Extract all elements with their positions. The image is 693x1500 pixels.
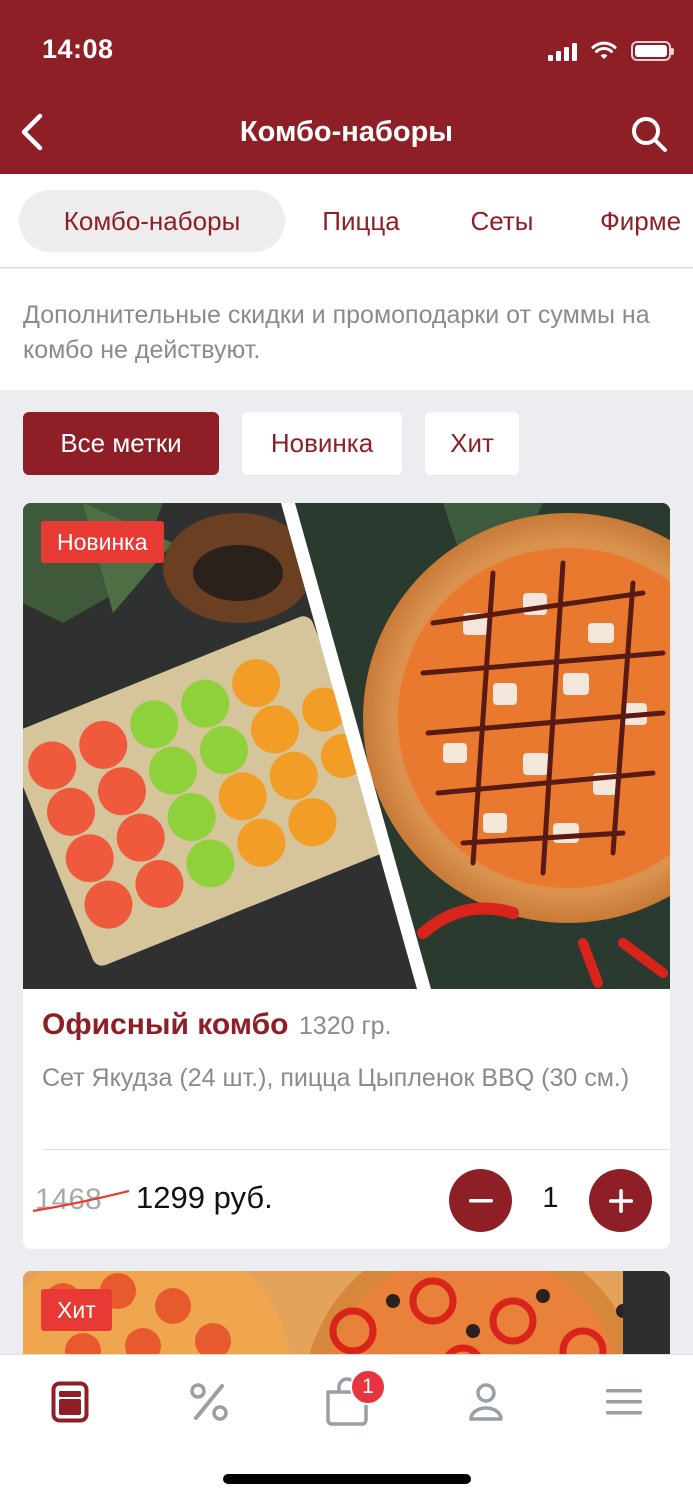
cellular-signal-icon	[548, 41, 577, 61]
tab-combo[interactable]: Комбо-наборы	[19, 190, 285, 252]
category-tabs: Комбо-наборы Пицца Сеты Фирме	[0, 174, 693, 268]
product-badge: Новинка	[41, 521, 164, 563]
tab-more[interactable]	[599, 1377, 649, 1427]
status-bar: 14:08	[0, 0, 693, 100]
combo-notice: Дополнительные скидки и промоподарки от …	[0, 269, 693, 390]
tab-pizza[interactable]: Пицца	[305, 190, 417, 252]
hamburger-icon	[606, 1389, 642, 1415]
minus-icon	[468, 1198, 493, 1202]
profile-icon	[469, 1383, 503, 1421]
status-icons	[548, 38, 674, 64]
search-icon	[632, 117, 667, 152]
tab-promotions[interactable]	[184, 1377, 234, 1427]
page-title: Комбо-наборы	[239, 116, 454, 148]
product-description: Сет Якудза (24 шт.), пицца Цыпленок BBQ …	[42, 1064, 630, 1092]
status-time: 14:08	[42, 34, 114, 64]
notice-text: Дополнительные скидки и промоподарки от …	[23, 301, 650, 364]
tab-sets[interactable]: Сеты	[452, 190, 552, 252]
product-title[interactable]: Офисный комбо	[42, 1008, 288, 1041]
battery-icon	[631, 41, 674, 61]
quantity-value: 1	[542, 1182, 559, 1214]
tab-profile[interactable]	[461, 1377, 511, 1427]
product-image	[23, 503, 670, 989]
nav-bar: Комбо-наборы	[0, 100, 693, 174]
tab-signature[interactable]: Фирме	[600, 190, 693, 252]
filter-all-tags[interactable]: Все метки	[23, 412, 219, 475]
current-price: 1299 руб.	[136, 1180, 273, 1215]
percent-icon	[190, 1383, 228, 1421]
product-badge: Хит	[41, 1289, 112, 1331]
wifi-icon	[591, 41, 617, 59]
product-weight: 1320 гр.	[298, 1012, 392, 1040]
home-indicator[interactable]	[223, 1474, 471, 1484]
menu-icon	[51, 1381, 89, 1423]
increase-quantity-button[interactable]	[589, 1169, 652, 1232]
product-title-row: Офисный комбо 1320 гр.	[42, 1008, 652, 1042]
filter-new[interactable]: Новинка	[242, 412, 402, 475]
card-divider	[42, 1149, 670, 1150]
old-price: 1468	[35, 1183, 102, 1216]
filter-hit[interactable]: Хит	[425, 412, 519, 475]
plus-icon	[608, 1188, 633, 1213]
tab-menu[interactable]	[45, 1377, 95, 1427]
product-card[interactable]: Новинка Офисный комбо 1320 гр. Сет Якудз…	[23, 503, 670, 1249]
search-button[interactable]	[629, 112, 669, 156]
cart-count-badge: 1	[350, 1369, 386, 1405]
decrease-quantity-button[interactable]	[449, 1169, 512, 1232]
app-header: 14:08 Комбо-наборы	[0, 0, 693, 174]
